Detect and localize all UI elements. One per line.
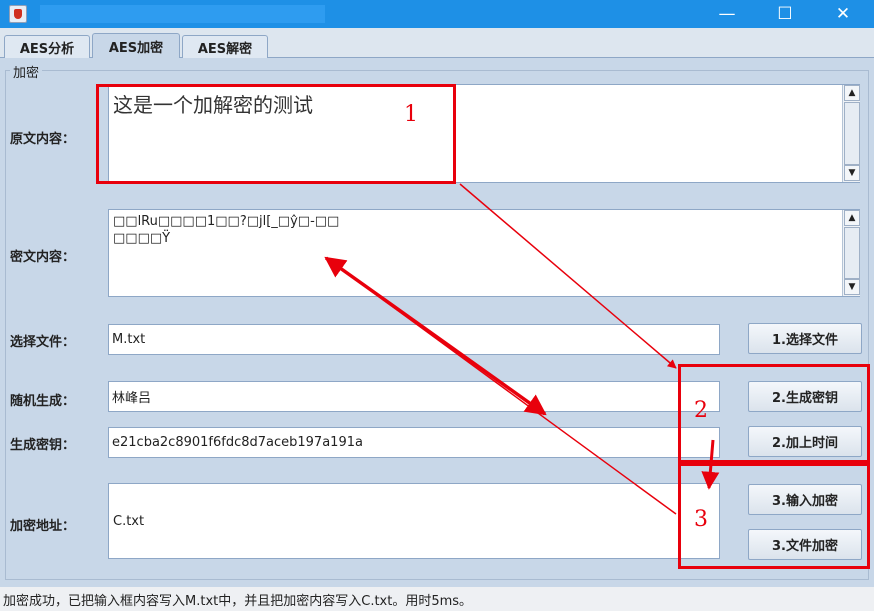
scroll-thumb[interactable] bbox=[844, 102, 860, 165]
minimize-button[interactable]: — bbox=[702, 0, 752, 28]
address-value: C.txt bbox=[113, 513, 145, 529]
window-title bbox=[40, 5, 325, 23]
close-button[interactable]: ✕ bbox=[818, 0, 868, 28]
maximize-button[interactable]: ☐ bbox=[760, 0, 810, 28]
annotation-box-1 bbox=[96, 84, 456, 184]
plaintext-scrollbar[interactable]: ▲ ▼ bbox=[842, 85, 860, 182]
annotation-number-2: 2 bbox=[694, 398, 708, 423]
annotation-number-3: 3 bbox=[694, 507, 708, 532]
address-area[interactable]: C.txt bbox=[108, 483, 720, 559]
scroll-down-icon[interactable]: ▼ bbox=[844, 279, 860, 295]
plaintext-label: 原文内容： bbox=[10, 132, 76, 147]
ciphertext-line-1: □□lRu□□□□1□□?□jl[_□ŷ□-□□ bbox=[113, 214, 340, 229]
scroll-up-icon[interactable]: ▲ bbox=[844, 210, 860, 226]
select-file-button[interactable]: 1.选择文件 bbox=[748, 323, 862, 354]
scroll-thumb[interactable] bbox=[844, 227, 860, 279]
ciphertext-label: 密文内容： bbox=[10, 250, 76, 265]
address-label: 加密地址： bbox=[10, 519, 76, 534]
random-label: 随机生成： bbox=[10, 394, 76, 409]
tab-aes-encrypt[interactable]: AES加密 bbox=[92, 33, 180, 59]
ciphertext-area[interactable]: □□lRu□□□□1□□?□jl[_□ŷ□-□□ □□□□Ÿ bbox=[108, 209, 860, 297]
annotation-number-1: 1 bbox=[404, 102, 418, 127]
key-label: 生成密钥： bbox=[10, 438, 76, 453]
group-title: 加密 bbox=[10, 62, 43, 81]
tab-aes-decrypt[interactable]: AES解密 bbox=[182, 35, 268, 58]
ciphertext-line-2: □□□□Ÿ bbox=[113, 231, 171, 246]
status-bar: 加密成功，已把输入框内容写入M.txt中，并且把加密内容写入C.txt。用时5m… bbox=[0, 587, 874, 611]
random-field[interactable]: 林峰吕 bbox=[108, 381, 720, 412]
scroll-down-icon[interactable]: ▼ bbox=[844, 165, 860, 181]
select-file-label: 选择文件： bbox=[10, 335, 76, 350]
ciphertext-scrollbar[interactable]: ▲ ▼ bbox=[842, 210, 860, 296]
scroll-up-icon[interactable]: ▲ bbox=[844, 85, 860, 101]
java-app-icon bbox=[9, 5, 27, 23]
file-path-field[interactable]: M.txt bbox=[108, 324, 720, 355]
key-field[interactable]: e21cba2c8901f6fdc8d7aceb197a191a bbox=[108, 427, 720, 458]
tab-aes-analysis[interactable]: AES分析 bbox=[4, 35, 90, 58]
